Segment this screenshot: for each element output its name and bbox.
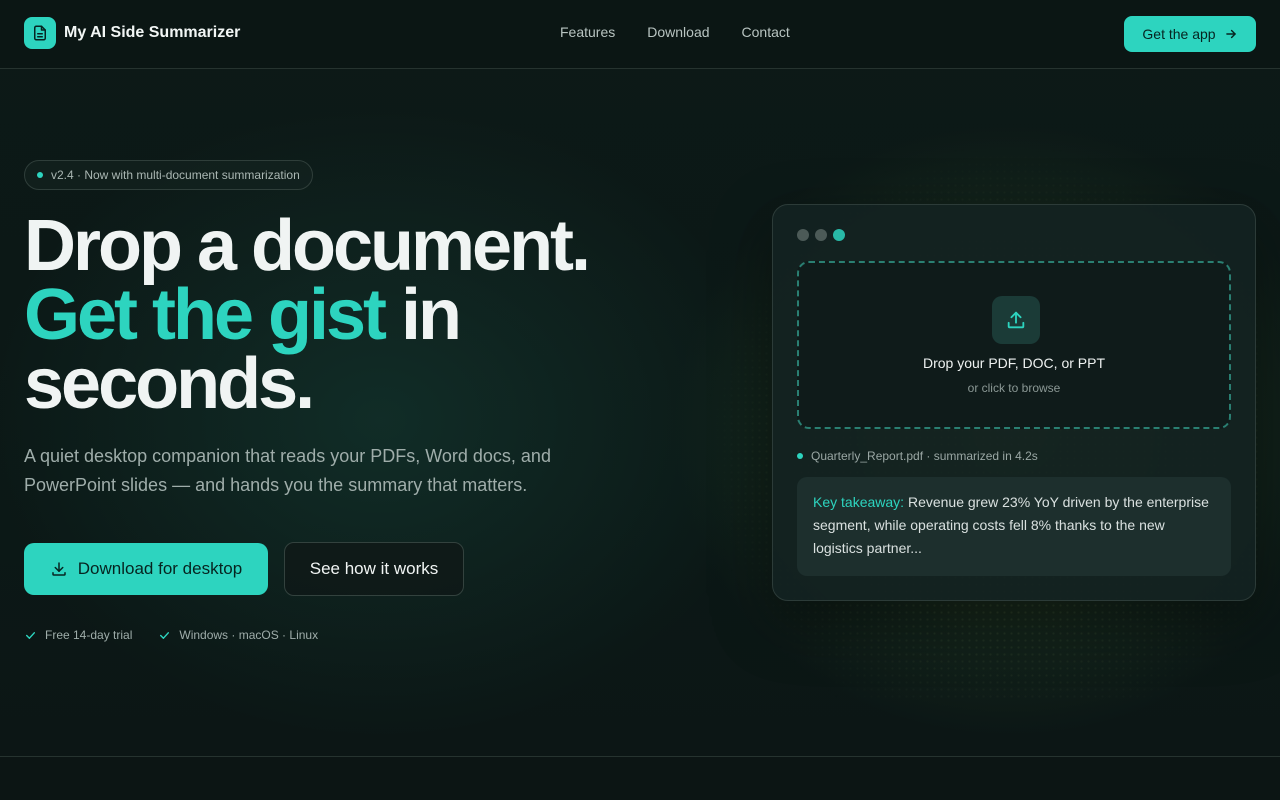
- document-icon: [24, 17, 56, 49]
- feature-checks: Free 14-day trial Windows · macOS · Linu…: [24, 628, 318, 642]
- top-nav: My AI Side Summarizer Features Download …: [0, 0, 1280, 69]
- check-label-trial: Free 14-day trial: [45, 628, 133, 642]
- summary-takeaway: Key takeaway: Revenue grew 23% YoY drive…: [797, 477, 1231, 576]
- file-status: Quarterly_Report.pdf · summarized in 4.2…: [797, 449, 1038, 463]
- get-app-button[interactable]: Get the app: [1124, 16, 1256, 52]
- check-icon: [160, 631, 170, 639]
- check-item: Free 14-day trial: [24, 628, 132, 642]
- window-dot: [815, 229, 827, 241]
- check-icon: [26, 631, 35, 639]
- upload-icon: [992, 296, 1040, 344]
- app-preview-card: Drop your PDF, DOC, or PPT or click to b…: [772, 204, 1256, 601]
- nav-link-features[interactable]: Features: [560, 24, 615, 40]
- badge-dot: [37, 172, 43, 178]
- drop-subtitle: or click to browse: [967, 381, 1061, 395]
- arrow-right-icon: [1225, 29, 1236, 39]
- download-desktop-label: Download for desktop: [77, 559, 243, 578]
- headline-line1: Drop a document.: [24, 206, 591, 286]
- window-controls: [797, 229, 845, 241]
- headline-accent: Get the gist: [24, 275, 387, 355]
- check-item: Windows · macOS · Linux: [158, 628, 318, 642]
- hero-lede: A quiet desktop companion that reads you…: [24, 446, 551, 495]
- status-dot: [797, 453, 803, 459]
- brand[interactable]: My AI Side Summarizer: [24, 17, 240, 49]
- headline-rest: in: [384, 275, 462, 355]
- file-status-text: Quarterly_Report.pdf · summarized in 4.2…: [811, 449, 1038, 463]
- hero-headline: Drop a document. Get the gist in seconds…: [24, 210, 664, 420]
- nav-link-contact[interactable]: Contact: [742, 24, 790, 40]
- window-dot: [833, 229, 845, 241]
- badge-text: v2.4 · Now with multi-document summariza…: [51, 168, 300, 182]
- brand-name: My AI Side Summarizer: [64, 24, 241, 41]
- nav-link-download[interactable]: Download: [647, 24, 709, 40]
- file-drop-zone[interactable]: Drop your PDF, DOC, or PPT or click to b…: [797, 261, 1231, 429]
- takeaway-label: Key takeaway:: [813, 494, 905, 510]
- download-icon: [52, 562, 66, 576]
- see-how-it-works-button[interactable]: See how it works: [284, 542, 464, 596]
- drop-title: Drop your PDF, DOC, or PPT: [922, 355, 1106, 371]
- get-app-label: Get the app: [1142, 26, 1216, 42]
- headline-line3: seconds.: [24, 344, 315, 424]
- window-dot: [797, 229, 809, 241]
- nav-links: Features Download Contact: [560, 24, 790, 40]
- next-section: [0, 757, 1280, 800]
- download-desktop-button[interactable]: Download for desktop: [24, 543, 268, 595]
- check-label-platforms: Windows · macOS · Linux: [179, 628, 319, 642]
- version-badge: v2.4 · Now with multi-document summariza…: [24, 160, 313, 190]
